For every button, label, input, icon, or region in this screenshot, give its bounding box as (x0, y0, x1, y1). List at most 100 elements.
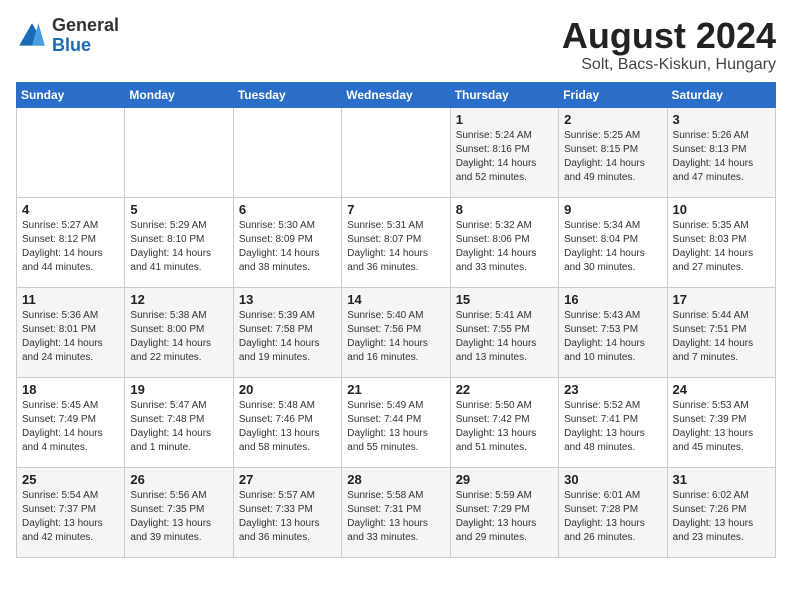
day-cell: 5Sunrise: 5:29 AM Sunset: 8:10 PM Daylig… (125, 197, 233, 287)
day-details: Sunrise: 5:45 AM Sunset: 7:49 PM Dayligh… (22, 399, 119, 455)
day-cell: 11 Sunrise: 5:36 AM Sunset: 8:01 PM Dayli… (17, 287, 125, 377)
day-number: 24 (673, 382, 770, 397)
day-details: Sunrise: 5:56 AM Sunset: 7:35 PM Dayligh… (130, 489, 227, 545)
day-cell (125, 107, 233, 197)
header-day-monday: Monday (125, 82, 233, 107)
day-details: Sunrise: 5:29 AM Sunset: 8:10 PM Dayligh… (130, 219, 227, 275)
logo: General Blue (16, 16, 119, 56)
day-cell: 9Sunrise: 5:34 AM Sunset: 8:04 PM Daylig… (559, 197, 667, 287)
header-day-tuesday: Tuesday (233, 82, 341, 107)
day-details: Sunrise: 5:41 AM Sunset: 7:55 PM Dayligh… (456, 309, 553, 365)
day-cell: 25 Sunrise: 5:54 AM Sunset: 7:37 PM Dayli… (17, 467, 125, 557)
day-number: 19 (130, 382, 227, 397)
day-number: 18 (22, 382, 119, 397)
day-cell: 14Sunrise: 5:40 AM Sunset: 7:56 PM Dayli… (342, 287, 450, 377)
day-details: Sunrise: 5:58 AM Sunset: 7:31 PM Dayligh… (347, 489, 444, 545)
week-row-2: 4Sunrise: 5:27 AM Sunset: 8:12 PM Daylig… (17, 197, 776, 287)
logo-text: General Blue (52, 16, 119, 56)
day-number: 29 (456, 472, 553, 487)
day-details: Sunrise: 5:43 AM Sunset: 7:53 PM Dayligh… (564, 309, 661, 365)
day-number: 7 (347, 202, 444, 217)
day-number: 30 (564, 472, 661, 487)
day-cell (233, 107, 341, 197)
day-number: 27 (239, 472, 336, 487)
day-cell: 7Sunrise: 5:31 AM Sunset: 8:07 PM Daylig… (342, 197, 450, 287)
day-details: Sunrise: 5:35 AM Sunset: 8:03 PM Dayligh… (673, 219, 770, 275)
day-details: Sunrise: 5:47 AM Sunset: 7:48 PM Dayligh… (130, 399, 227, 455)
day-cell: 23Sunrise: 5:52 AM Sunset: 7:41 PM Dayli… (559, 377, 667, 467)
day-number: 15 (456, 292, 553, 307)
day-cell (342, 107, 450, 197)
day-number: 25 (22, 472, 119, 487)
day-cell (17, 107, 125, 197)
day-details: Sunrise: 6:01 AM Sunset: 7:28 PM Dayligh… (564, 489, 661, 545)
calendar-header: SundayMondayTuesdayWednesdayThursdayFrid… (17, 82, 776, 107)
day-number: 12 (130, 292, 227, 307)
month-year-title: August 2024 (562, 16, 776, 56)
day-number: 6 (239, 202, 336, 217)
logo-icon (16, 20, 48, 52)
day-cell: 16 Sunrise: 5:43 AM Sunset: 7:53 PM Dayli… (559, 287, 667, 377)
day-cell: 3 Sunrise: 5:26 AM Sunset: 8:13 PM Daylig… (667, 107, 775, 197)
day-cell: 22Sunrise: 5:50 AM Sunset: 7:42 PM Dayli… (450, 377, 558, 467)
day-number: 11 (22, 292, 119, 307)
day-number: 3 (673, 112, 770, 127)
day-cell: 1 Sunrise: 5:24 AM Sunset: 8:16 PM Daylig… (450, 107, 558, 197)
day-cell: 15 Sunrise: 5:41 AM Sunset: 7:55 PM Dayli… (450, 287, 558, 377)
logo-blue: Blue (52, 36, 119, 56)
day-cell: 20 Sunrise: 5:48 AM Sunset: 7:46 PM Dayli… (233, 377, 341, 467)
location-subtitle: Solt, Bacs-Kiskun, Hungary (562, 56, 776, 74)
day-cell: 30 Sunrise: 6:01 AM Sunset: 7:28 PM Dayli… (559, 467, 667, 557)
day-details: Sunrise: 5:48 AM Sunset: 7:46 PM Dayligh… (239, 399, 336, 455)
header-day-wednesday: Wednesday (342, 82, 450, 107)
day-number: 17 (673, 292, 770, 307)
day-cell: 28 Sunrise: 5:58 AM Sunset: 7:31 PM Dayli… (342, 467, 450, 557)
header-day-friday: Friday (559, 82, 667, 107)
header-day-saturday: Saturday (667, 82, 775, 107)
day-cell: 31Sunrise: 6:02 AM Sunset: 7:26 PM Dayli… (667, 467, 775, 557)
week-row-3: 11 Sunrise: 5:36 AM Sunset: 8:01 PM Dayli… (17, 287, 776, 377)
day-cell: 17 Sunrise: 5:44 AM Sunset: 7:51 PM Dayli… (667, 287, 775, 377)
day-cell: 6Sunrise: 5:30 AM Sunset: 8:09 PM Daylig… (233, 197, 341, 287)
day-cell: 29 Sunrise: 5:59 AM Sunset: 7:29 PM Dayli… (450, 467, 558, 557)
day-number: 10 (673, 202, 770, 217)
page-header: General Blue August 2024 Solt, Bacs-Kisk… (16, 16, 776, 74)
day-number: 16 (564, 292, 661, 307)
day-cell: 10 Sunrise: 5:35 AM Sunset: 8:03 PM Dayli… (667, 197, 775, 287)
day-details: Sunrise: 5:52 AM Sunset: 7:41 PM Dayligh… (564, 399, 661, 455)
week-row-4: 18 Sunrise: 5:45 AM Sunset: 7:49 PM Dayli… (17, 377, 776, 467)
day-number: 2 (564, 112, 661, 127)
day-details: Sunrise: 5:26 AM Sunset: 8:13 PM Dayligh… (673, 129, 770, 185)
day-cell: 26Sunrise: 5:56 AM Sunset: 7:35 PM Dayli… (125, 467, 233, 557)
day-details: Sunrise: 5:36 AM Sunset: 8:01 PM Dayligh… (22, 309, 119, 365)
day-number: 21 (347, 382, 444, 397)
day-details: Sunrise: 5:50 AM Sunset: 7:42 PM Dayligh… (456, 399, 553, 455)
day-details: Sunrise: 5:44 AM Sunset: 7:51 PM Dayligh… (673, 309, 770, 365)
day-cell: 12 Sunrise: 5:38 AM Sunset: 8:00 PM Dayli… (125, 287, 233, 377)
day-details: Sunrise: 5:38 AM Sunset: 8:00 PM Dayligh… (130, 309, 227, 365)
day-number: 1 (456, 112, 553, 127)
day-cell: 21 Sunrise: 5:49 AM Sunset: 7:44 PM Dayli… (342, 377, 450, 467)
day-number: 28 (347, 472, 444, 487)
day-details: Sunrise: 5:39 AM Sunset: 7:58 PM Dayligh… (239, 309, 336, 365)
day-cell: 24 Sunrise: 5:53 AM Sunset: 7:39 PM Dayli… (667, 377, 775, 467)
day-number: 20 (239, 382, 336, 397)
day-details: Sunrise: 5:53 AM Sunset: 7:39 PM Dayligh… (673, 399, 770, 455)
calendar-table: SundayMondayTuesdayWednesdayThursdayFrid… (16, 82, 776, 558)
calendar-body: 1 Sunrise: 5:24 AM Sunset: 8:16 PM Daylig… (17, 107, 776, 557)
day-number: 9 (564, 202, 661, 217)
day-details: Sunrise: 5:59 AM Sunset: 7:29 PM Dayligh… (456, 489, 553, 545)
day-details: Sunrise: 5:24 AM Sunset: 8:16 PM Dayligh… (456, 129, 553, 185)
day-cell: 13Sunrise: 5:39 AM Sunset: 7:58 PM Dayli… (233, 287, 341, 377)
day-cell: 19 Sunrise: 5:47 AM Sunset: 7:48 PM Dayli… (125, 377, 233, 467)
day-number: 14 (347, 292, 444, 307)
day-details: Sunrise: 5:49 AM Sunset: 7:44 PM Dayligh… (347, 399, 444, 455)
week-row-5: 25 Sunrise: 5:54 AM Sunset: 7:37 PM Dayli… (17, 467, 776, 557)
day-details: Sunrise: 5:54 AM Sunset: 7:37 PM Dayligh… (22, 489, 119, 545)
day-cell: 8Sunrise: 5:32 AM Sunset: 8:06 PM Daylig… (450, 197, 558, 287)
day-cell: 4Sunrise: 5:27 AM Sunset: 8:12 PM Daylig… (17, 197, 125, 287)
header-row: SundayMondayTuesdayWednesdayThursdayFrid… (17, 82, 776, 107)
day-cell: 2Sunrise: 5:25 AM Sunset: 8:15 PM Daylig… (559, 107, 667, 197)
day-number: 8 (456, 202, 553, 217)
header-day-thursday: Thursday (450, 82, 558, 107)
